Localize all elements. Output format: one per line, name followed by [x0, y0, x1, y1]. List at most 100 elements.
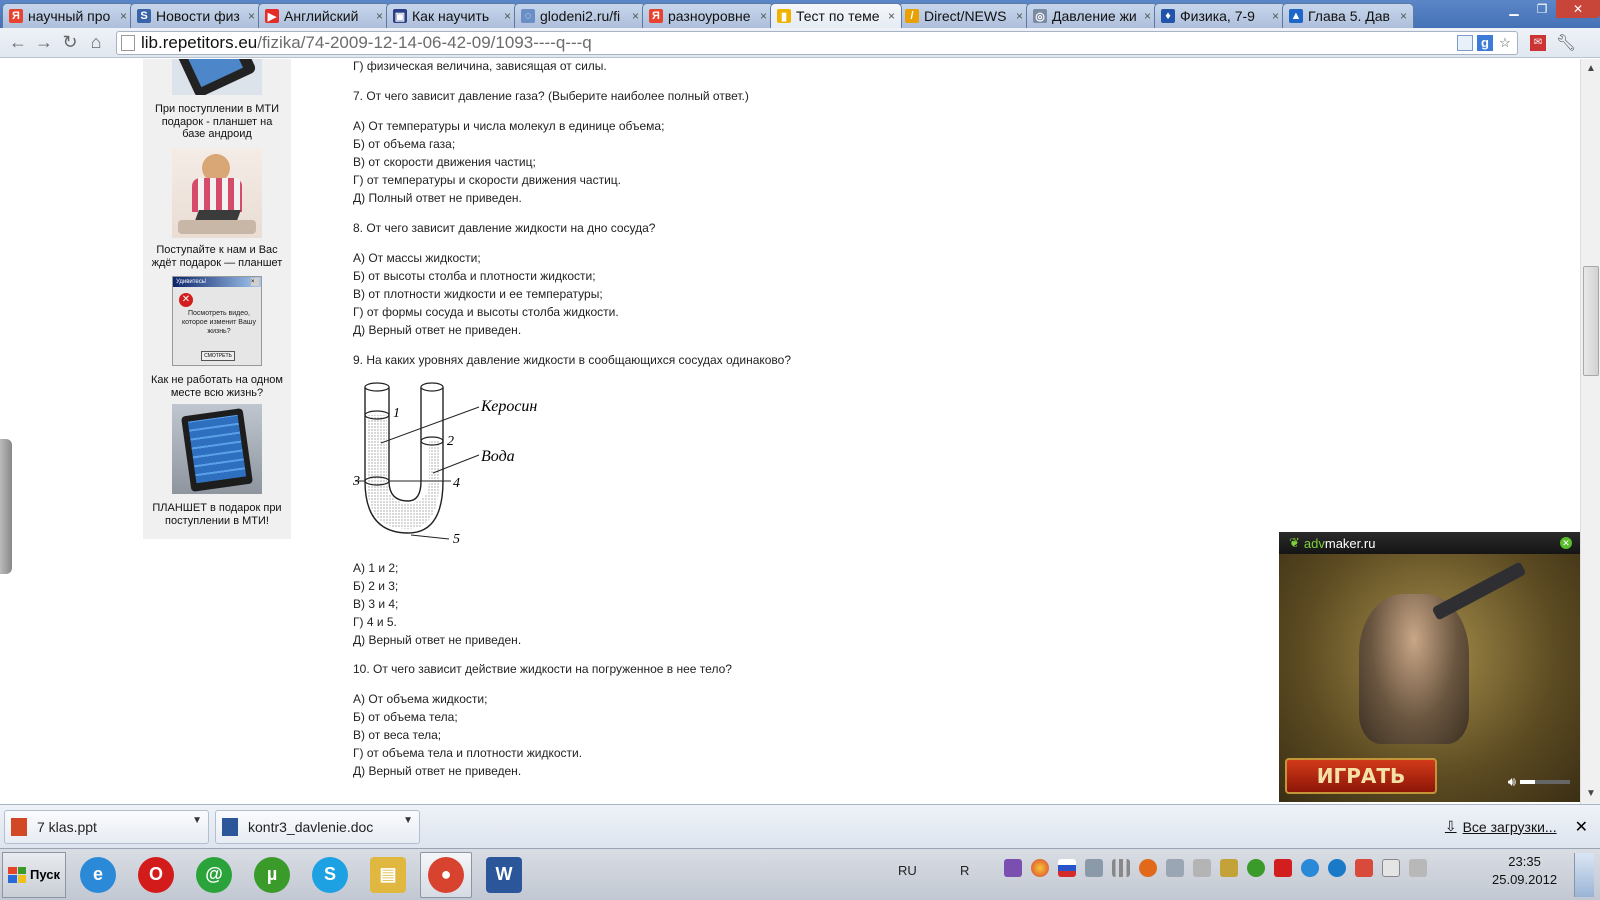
browser-tab[interactable]: S Новости физ × — [130, 3, 262, 28]
tray-windows-icon[interactable] — [1166, 859, 1184, 877]
back-button[interactable]: ← — [6, 31, 30, 55]
start-button[interactable]: Пуск — [2, 851, 66, 898]
ad-popup-image[interactable]: Удивитесь! × ✕ Посмотреть видео, которое… — [172, 276, 262, 366]
tray-flag-icon[interactable] — [1058, 859, 1076, 877]
tab-title: Давление жи — [1052, 8, 1137, 24]
tray-security-icon[interactable] — [1328, 859, 1346, 877]
tray-notify-icon[interactable] — [1355, 859, 1373, 877]
scroll-down-icon[interactable]: ▼ — [1583, 786, 1599, 802]
tab-close-icon[interactable]: × — [1016, 9, 1023, 23]
tray-device-icon[interactable] — [1382, 859, 1400, 877]
tray-volume-icon[interactable] — [1409, 859, 1427, 877]
browser-tab[interactable]: ◌ glodeni2.ru/fi × — [514, 3, 646, 28]
address-bar[interactable]: lib.repetitors.eu/fizika/74-2009-12-14-0… — [116, 30, 1518, 55]
tray-browser-icon[interactable] — [1031, 859, 1049, 877]
all-downloads-link[interactable]: ⇩ Все загрузки... — [1445, 818, 1557, 835]
tab-close-icon[interactable]: × — [504, 9, 511, 23]
tray-network-icon[interactable] — [1085, 859, 1103, 877]
browser-tab[interactable]: / Direct/NEWS × — [898, 3, 1030, 28]
tab-title: Direct/NEWS — [924, 8, 1007, 24]
sidebar-ad-3[interactable]: Удивитесь! × ✕ Посмотреть видео, которое… — [143, 276, 291, 399]
scrollbar-thumb[interactable] — [1583, 266, 1599, 376]
taskbar-app-ie[interactable]: e — [72, 852, 124, 898]
taskbar-app-skype[interactable]: S — [304, 852, 356, 898]
tab-close-icon[interactable]: × — [632, 9, 639, 23]
tab-close-icon[interactable]: × — [760, 9, 767, 23]
tray-signal-icon[interactable] — [1112, 859, 1130, 877]
side-panel-handle[interactable] — [0, 439, 12, 574]
volume-control[interactable]: 🔊︎ — [1508, 774, 1570, 790]
wrench-menu-icon[interactable]: 🔧︎ — [1556, 35, 1576, 52]
show-desktop-button[interactable] — [1574, 853, 1594, 897]
google-plus-icon[interactable]: g — [1477, 34, 1493, 51]
tray-app-icon[interactable] — [1004, 859, 1022, 877]
browser-tab[interactable]: ◎ Давление жи × — [1026, 3, 1158, 28]
page-scrollbar[interactable]: ▲ ▼ — [1580, 59, 1600, 804]
tray-adobe-icon[interactable] — [1274, 859, 1292, 877]
tray-sync-icon[interactable] — [1301, 859, 1319, 877]
browser-tab[interactable]: ♦ Физика, 7-9 × — [1154, 3, 1286, 28]
taskbar-app-utorrent[interactable]: µ — [246, 852, 298, 898]
language-hint[interactable]: R — [960, 863, 969, 878]
download-item-ppt[interactable]: 7 klas.ppt ▼ — [4, 809, 209, 844]
close-window-button[interactable]: ✕ — [1556, 0, 1600, 18]
ad-caption-2[interactable]: Поступайте к нам и Вас ждёт подарок — пл… — [143, 244, 291, 269]
home-button[interactable]: ⌂ — [84, 31, 108, 55]
bookmark-star-icon[interactable]: ☆ — [1497, 35, 1513, 51]
system-clock[interactable]: 23:35 25.09.2012 — [1492, 853, 1557, 889]
popup-watch-button[interactable]: СМОТРЕТЬ — [201, 351, 235, 361]
ad-tablet-hand-image[interactable] — [172, 59, 262, 95]
tray-utorrent-icon[interactable] — [1247, 859, 1265, 877]
volume-slider[interactable] — [1520, 780, 1570, 784]
tray-pen-icon[interactable] — [1220, 859, 1238, 877]
sidebar-ad-2[interactable]: Поступайте к нам и Вас ждёт подарок — пл… — [143, 148, 291, 269]
tab-close-icon[interactable]: × — [376, 9, 383, 23]
taskbar-app-mail-agent[interactable]: @ — [188, 852, 240, 898]
speaker-icon[interactable]: 🔊︎ — [1508, 774, 1516, 790]
close-download-shelf-icon[interactable]: ✕ — [1575, 817, 1588, 837]
ad-caption-3[interactable]: Как не работать на одном месте всю жизнь… — [143, 374, 291, 399]
tray-opera-icon[interactable] — [1139, 859, 1157, 877]
tab-close-icon[interactable]: × — [120, 9, 127, 23]
taskbar-app-opera[interactable]: O — [130, 852, 182, 898]
taskbar-app-word[interactable]: W — [478, 852, 530, 898]
browser-tab[interactable]: ▲ Глава 5. Дав × — [1282, 3, 1414, 28]
tab-favicon-icon: ◎ — [1033, 9, 1047, 23]
browser-tab[interactable]: ▶ Английский × — [258, 3, 390, 28]
tab-close-icon[interactable]: × — [1272, 9, 1279, 23]
sidebar-ad-4[interactable]: ПЛАНШЕТ в подарок при поступлении в МТИ! — [143, 404, 291, 527]
extension-icon[interactable]: ✉ — [1530, 34, 1546, 51]
browser-tab[interactable]: Янаучный про × — [2, 3, 134, 28]
browser-tab[interactable]: ▮ Тест по теме × — [770, 3, 902, 28]
play-game-button[interactable]: ИГРАТЬ — [1285, 758, 1437, 794]
minimize-button[interactable]: ▁ — [1500, 0, 1528, 18]
sidebar-ad-1[interactable]: При поступлении в МТИ подарок - планшет … — [143, 59, 291, 141]
tab-close-icon[interactable]: × — [1400, 9, 1407, 23]
scroll-up-icon[interactable]: ▲ — [1583, 61, 1599, 77]
ad-caption-1[interactable]: При поступлении в МТИ подарок - планшет … — [143, 103, 291, 141]
taskbar-app-explorer[interactable]: ▤ — [362, 852, 414, 898]
tab-close-icon[interactable]: × — [888, 9, 895, 23]
ad-girl-tablet-image[interactable] — [172, 148, 262, 238]
video-ad-close-icon[interactable]: ✕ — [1560, 537, 1572, 549]
video-frame[interactable]: ИГРАТЬ 🔊︎ — [1279, 554, 1580, 802]
page-action-icon[interactable] — [1457, 34, 1473, 51]
tab-title: научный про — [28, 8, 111, 24]
taskbar-app-chrome[interactable]: ● — [420, 851, 472, 898]
tray-tool-icon[interactable] — [1193, 859, 1211, 877]
video-ad-widget[interactable]: ❦ adv maker.ru ✕ ИГРАТЬ 🔊︎ — [1279, 532, 1580, 802]
forward-button[interactable]: → — [32, 31, 56, 55]
browser-tab[interactable]: ▣ Как научить × — [386, 3, 518, 28]
language-indicator[interactable]: RU — [898, 863, 917, 878]
ad-tablet-image[interactable] — [172, 404, 262, 494]
restore-button[interactable]: ❐ — [1528, 0, 1556, 18]
download-menu-icon[interactable]: ▼ — [192, 815, 202, 826]
windows-flag-icon — [8, 866, 26, 883]
tab-close-icon[interactable]: × — [248, 9, 255, 23]
ad-caption-4[interactable]: ПЛАНШЕТ в подарок при поступлении в МТИ! — [143, 502, 291, 527]
reload-button[interactable]: ↻ — [58, 31, 82, 55]
tab-close-icon[interactable]: × — [1144, 9, 1151, 23]
download-menu-icon[interactable]: ▼ — [403, 815, 413, 826]
browser-tab[interactable]: Яразноуровне × — [642, 3, 774, 28]
download-item-doc[interactable]: kontr3_davlenie.doc ▼ — [215, 809, 420, 844]
